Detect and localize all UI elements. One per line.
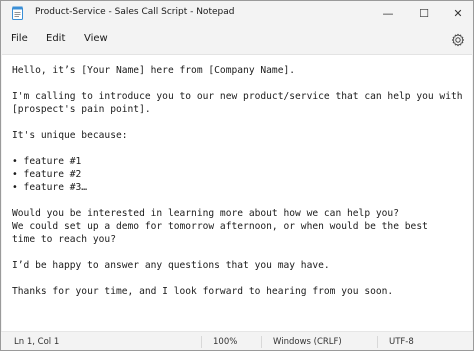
status-bar: Ln 1, Col 1 100% Windows (CRLF) UTF-8: [1, 331, 473, 350]
maximize-icon: ☐: [419, 6, 429, 20]
editor-line: It's unique because:: [12, 130, 128, 141]
menu-edit[interactable]: Edit: [46, 33, 65, 44]
editor-line: We could set up a demo for tomorrow afte…: [12, 221, 428, 232]
editor-line: Hello, it’s [Your Name] here from [Compa…: [12, 65, 296, 76]
line-ending: Windows (CRLF): [273, 337, 342, 347]
editor-line: Would you be interested in learning more…: [12, 208, 399, 219]
status-divider: [201, 336, 202, 348]
window-title: Product-Service - Sales Call Script - No…: [35, 7, 235, 17]
status-divider: [261, 336, 262, 348]
notepad-window: Product-Service - Sales Call Script - No…: [0, 0, 474, 351]
menu-bar: File Edit View: [1, 27, 473, 53]
zoom-level: 100%: [213, 337, 238, 347]
editor-line: Thanks for your time, and I look forward…: [12, 286, 394, 297]
minimize-button[interactable]: —: [371, 1, 405, 25]
editor-content[interactable]: Hello, it’s [Your Name] here from [Compa…: [12, 64, 468, 298]
menu-file[interactable]: File: [11, 33, 28, 44]
menu-view[interactable]: View: [84, 33, 108, 44]
editor-line: I’d be happy to answer any questions tha…: [12, 260, 330, 271]
editor-line: I'm calling to introduce you to our new …: [12, 91, 463, 102]
editor-line: time to reach you?: [12, 234, 116, 245]
title-bar[interactable]: Product-Service - Sales Call Script - No…: [1, 1, 473, 27]
minimize-icon: —: [382, 6, 394, 20]
notepad-icon: [12, 6, 23, 20]
cursor-position: Ln 1, Col 1: [14, 337, 60, 347]
encoding: UTF-8: [389, 337, 414, 347]
gear-icon[interactable]: [451, 33, 465, 47]
maximize-button[interactable]: ☐: [407, 1, 441, 25]
close-button[interactable]: ✕: [441, 1, 473, 25]
close-icon: ✕: [453, 6, 463, 20]
text-editor[interactable]: Hello, it’s [Your Name] here from [Compa…: [2, 54, 472, 331]
status-divider: [377, 336, 378, 348]
editor-line: • feature #2: [12, 169, 82, 180]
editor-line: • feature #3…: [12, 182, 88, 193]
editor-line: • feature #1: [12, 156, 82, 167]
editor-line: [prospect's pain point].: [12, 104, 151, 115]
